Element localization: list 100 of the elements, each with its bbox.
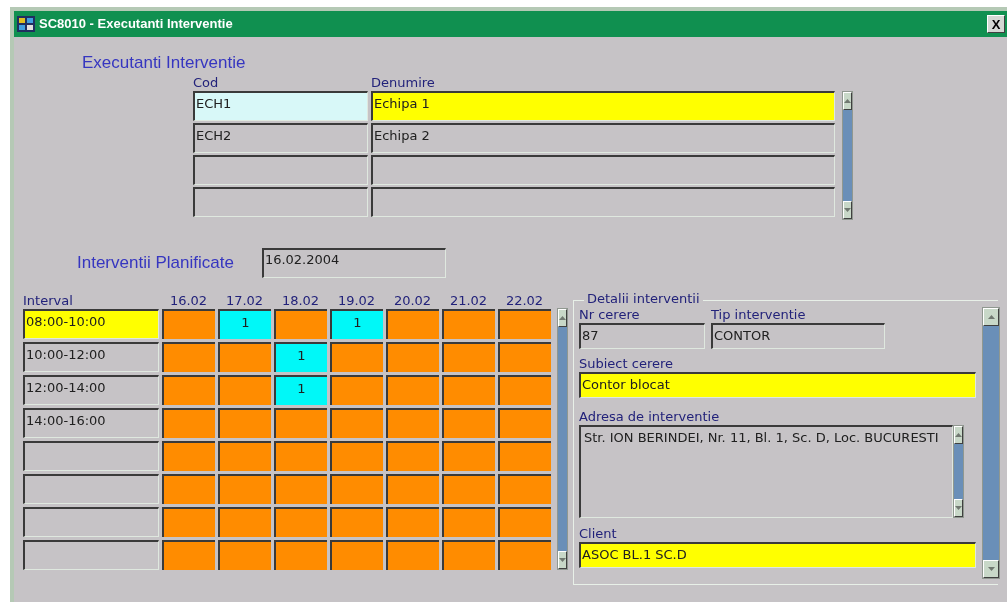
schedule-cell[interactable] bbox=[330, 342, 383, 372]
scroll-thumb[interactable] bbox=[843, 110, 852, 201]
input-field[interactable]: CONTOR bbox=[711, 323, 885, 349]
schedule-cell[interactable] bbox=[442, 507, 495, 537]
schedule-cell[interactable] bbox=[386, 408, 439, 438]
schedule-cell[interactable] bbox=[162, 540, 215, 570]
table-cell[interactable]: 08:00-10:00 bbox=[23, 309, 159, 339]
scrollbar[interactable] bbox=[557, 308, 568, 570]
scrollbar[interactable] bbox=[842, 91, 853, 220]
schedule-cell[interactable] bbox=[498, 441, 551, 471]
schedule-cell[interactable] bbox=[330, 540, 383, 570]
schedule-cell[interactable] bbox=[218, 441, 271, 471]
schedule-cell[interactable] bbox=[162, 507, 215, 537]
table-cell[interactable]: ECH2 bbox=[193, 123, 368, 153]
field-label: Nr cerere bbox=[579, 307, 641, 323]
schedule-cell[interactable] bbox=[218, 540, 271, 570]
scrollbar[interactable] bbox=[953, 425, 964, 518]
scroll-down-button[interactable] bbox=[983, 560, 999, 578]
schedule-cell[interactable] bbox=[162, 441, 215, 471]
table-cell[interactable] bbox=[23, 507, 159, 537]
schedule-cell[interactable] bbox=[386, 309, 439, 339]
schedule-cell[interactable] bbox=[218, 474, 271, 504]
table-cell[interactable]: 12:00-14:00 bbox=[23, 375, 159, 405]
schedule-cell[interactable] bbox=[162, 309, 215, 339]
schedule-cell[interactable] bbox=[386, 507, 439, 537]
schedule-cell[interactable] bbox=[218, 408, 271, 438]
input-field[interactable]: Contor blocat bbox=[579, 372, 976, 398]
schedule-cell[interactable] bbox=[442, 540, 495, 570]
table-cell[interactable]: ECH1 bbox=[193, 91, 368, 121]
scroll-down-button[interactable] bbox=[954, 499, 963, 517]
window-title: SC8010 - Executanti Interventie bbox=[39, 15, 233, 34]
schedule-cell[interactable] bbox=[386, 474, 439, 504]
table-cell[interactable] bbox=[193, 187, 368, 217]
schedule-cell[interactable] bbox=[330, 474, 383, 504]
input-field[interactable]: 87 bbox=[579, 323, 705, 349]
schedule-cell[interactable] bbox=[274, 408, 327, 438]
close-button[interactable]: X bbox=[987, 15, 1005, 33]
schedule-cell[interactable] bbox=[442, 375, 495, 405]
schedule-cell[interactable] bbox=[498, 507, 551, 537]
schedule-cell[interactable] bbox=[162, 375, 215, 405]
up-arrow-icon bbox=[559, 316, 566, 320]
schedule-cell[interactable] bbox=[218, 342, 271, 372]
schedule-cell[interactable] bbox=[330, 408, 383, 438]
text-area[interactable]: Str. ION BERINDEI, Nr. 11, Bl. 1, Sc. D, Loc. BUCURESTI bbox=[579, 425, 953, 518]
schedule-cell[interactable] bbox=[386, 540, 439, 570]
table-cell[interactable]: 10:00-12:00 bbox=[23, 342, 159, 372]
schedule-cell[interactable]: 1 bbox=[330, 309, 383, 339]
schedule-cell[interactable] bbox=[162, 342, 215, 372]
schedule-cell[interactable] bbox=[442, 408, 495, 438]
scrollbar[interactable] bbox=[982, 307, 1000, 579]
schedule-cell[interactable]: 1 bbox=[218, 309, 271, 339]
scroll-down-button[interactable] bbox=[558, 551, 567, 569]
schedule-cell[interactable] bbox=[498, 408, 551, 438]
schedule-cell[interactable] bbox=[498, 375, 551, 405]
scroll-up-button[interactable] bbox=[558, 309, 567, 327]
schedule-cell[interactable] bbox=[386, 375, 439, 405]
schedule-cell[interactable] bbox=[498, 540, 551, 570]
schedule-cell[interactable] bbox=[386, 441, 439, 471]
schedule-cell[interactable] bbox=[218, 507, 271, 537]
schedule-cell[interactable] bbox=[274, 507, 327, 537]
schedule-cell[interactable] bbox=[442, 309, 495, 339]
schedule-cell[interactable] bbox=[162, 474, 215, 504]
schedule-cell[interactable] bbox=[442, 342, 495, 372]
schedule-cell[interactable]: 1 bbox=[274, 375, 327, 405]
schedule-cell[interactable] bbox=[386, 342, 439, 372]
schedule-cell[interactable]: 1 bbox=[274, 342, 327, 372]
schedule-cell[interactable] bbox=[218, 375, 271, 405]
table-cell[interactable] bbox=[23, 540, 159, 570]
table-cell[interactable]: Echipa 2 bbox=[371, 123, 835, 153]
down-arrow-icon bbox=[955, 506, 962, 510]
schedule-cell[interactable] bbox=[274, 540, 327, 570]
schedule-cell[interactable] bbox=[274, 309, 327, 339]
schedule-cell[interactable] bbox=[162, 408, 215, 438]
schedule-cell[interactable] bbox=[442, 474, 495, 504]
schedule-cell[interactable] bbox=[274, 441, 327, 471]
scroll-thumb[interactable] bbox=[558, 327, 567, 551]
schedule-cell[interactable] bbox=[330, 507, 383, 537]
date-field[interactable]: 16.02.2004 bbox=[261, 248, 446, 278]
table-cell[interactable] bbox=[371, 187, 835, 217]
schedule-cell[interactable] bbox=[498, 342, 551, 372]
table-cell[interactable]: Echipa 1 bbox=[371, 91, 835, 121]
column-header: 22.02 bbox=[504, 292, 545, 309]
scroll-up-button[interactable] bbox=[954, 426, 963, 444]
schedule-cell[interactable] bbox=[330, 441, 383, 471]
schedule-cell[interactable] bbox=[274, 474, 327, 504]
scroll-down-button[interactable] bbox=[843, 201, 852, 219]
table-cell[interactable] bbox=[23, 474, 159, 504]
table-cell[interactable] bbox=[193, 155, 368, 185]
input-field[interactable]: ASOC BL.1 SC.D bbox=[579, 542, 976, 568]
scroll-thumb[interactable] bbox=[983, 326, 999, 560]
schedule-cell[interactable] bbox=[330, 375, 383, 405]
table-cell[interactable]: 14:00-16:00 bbox=[23, 408, 159, 438]
schedule-cell[interactable] bbox=[498, 474, 551, 504]
scroll-up-button[interactable] bbox=[983, 308, 999, 326]
table-cell[interactable] bbox=[23, 441, 159, 471]
scroll-up-button[interactable] bbox=[843, 92, 852, 110]
scroll-thumb[interactable] bbox=[954, 444, 963, 499]
schedule-cell[interactable] bbox=[498, 309, 551, 339]
schedule-cell[interactable] bbox=[442, 441, 495, 471]
table-cell[interactable] bbox=[371, 155, 835, 185]
